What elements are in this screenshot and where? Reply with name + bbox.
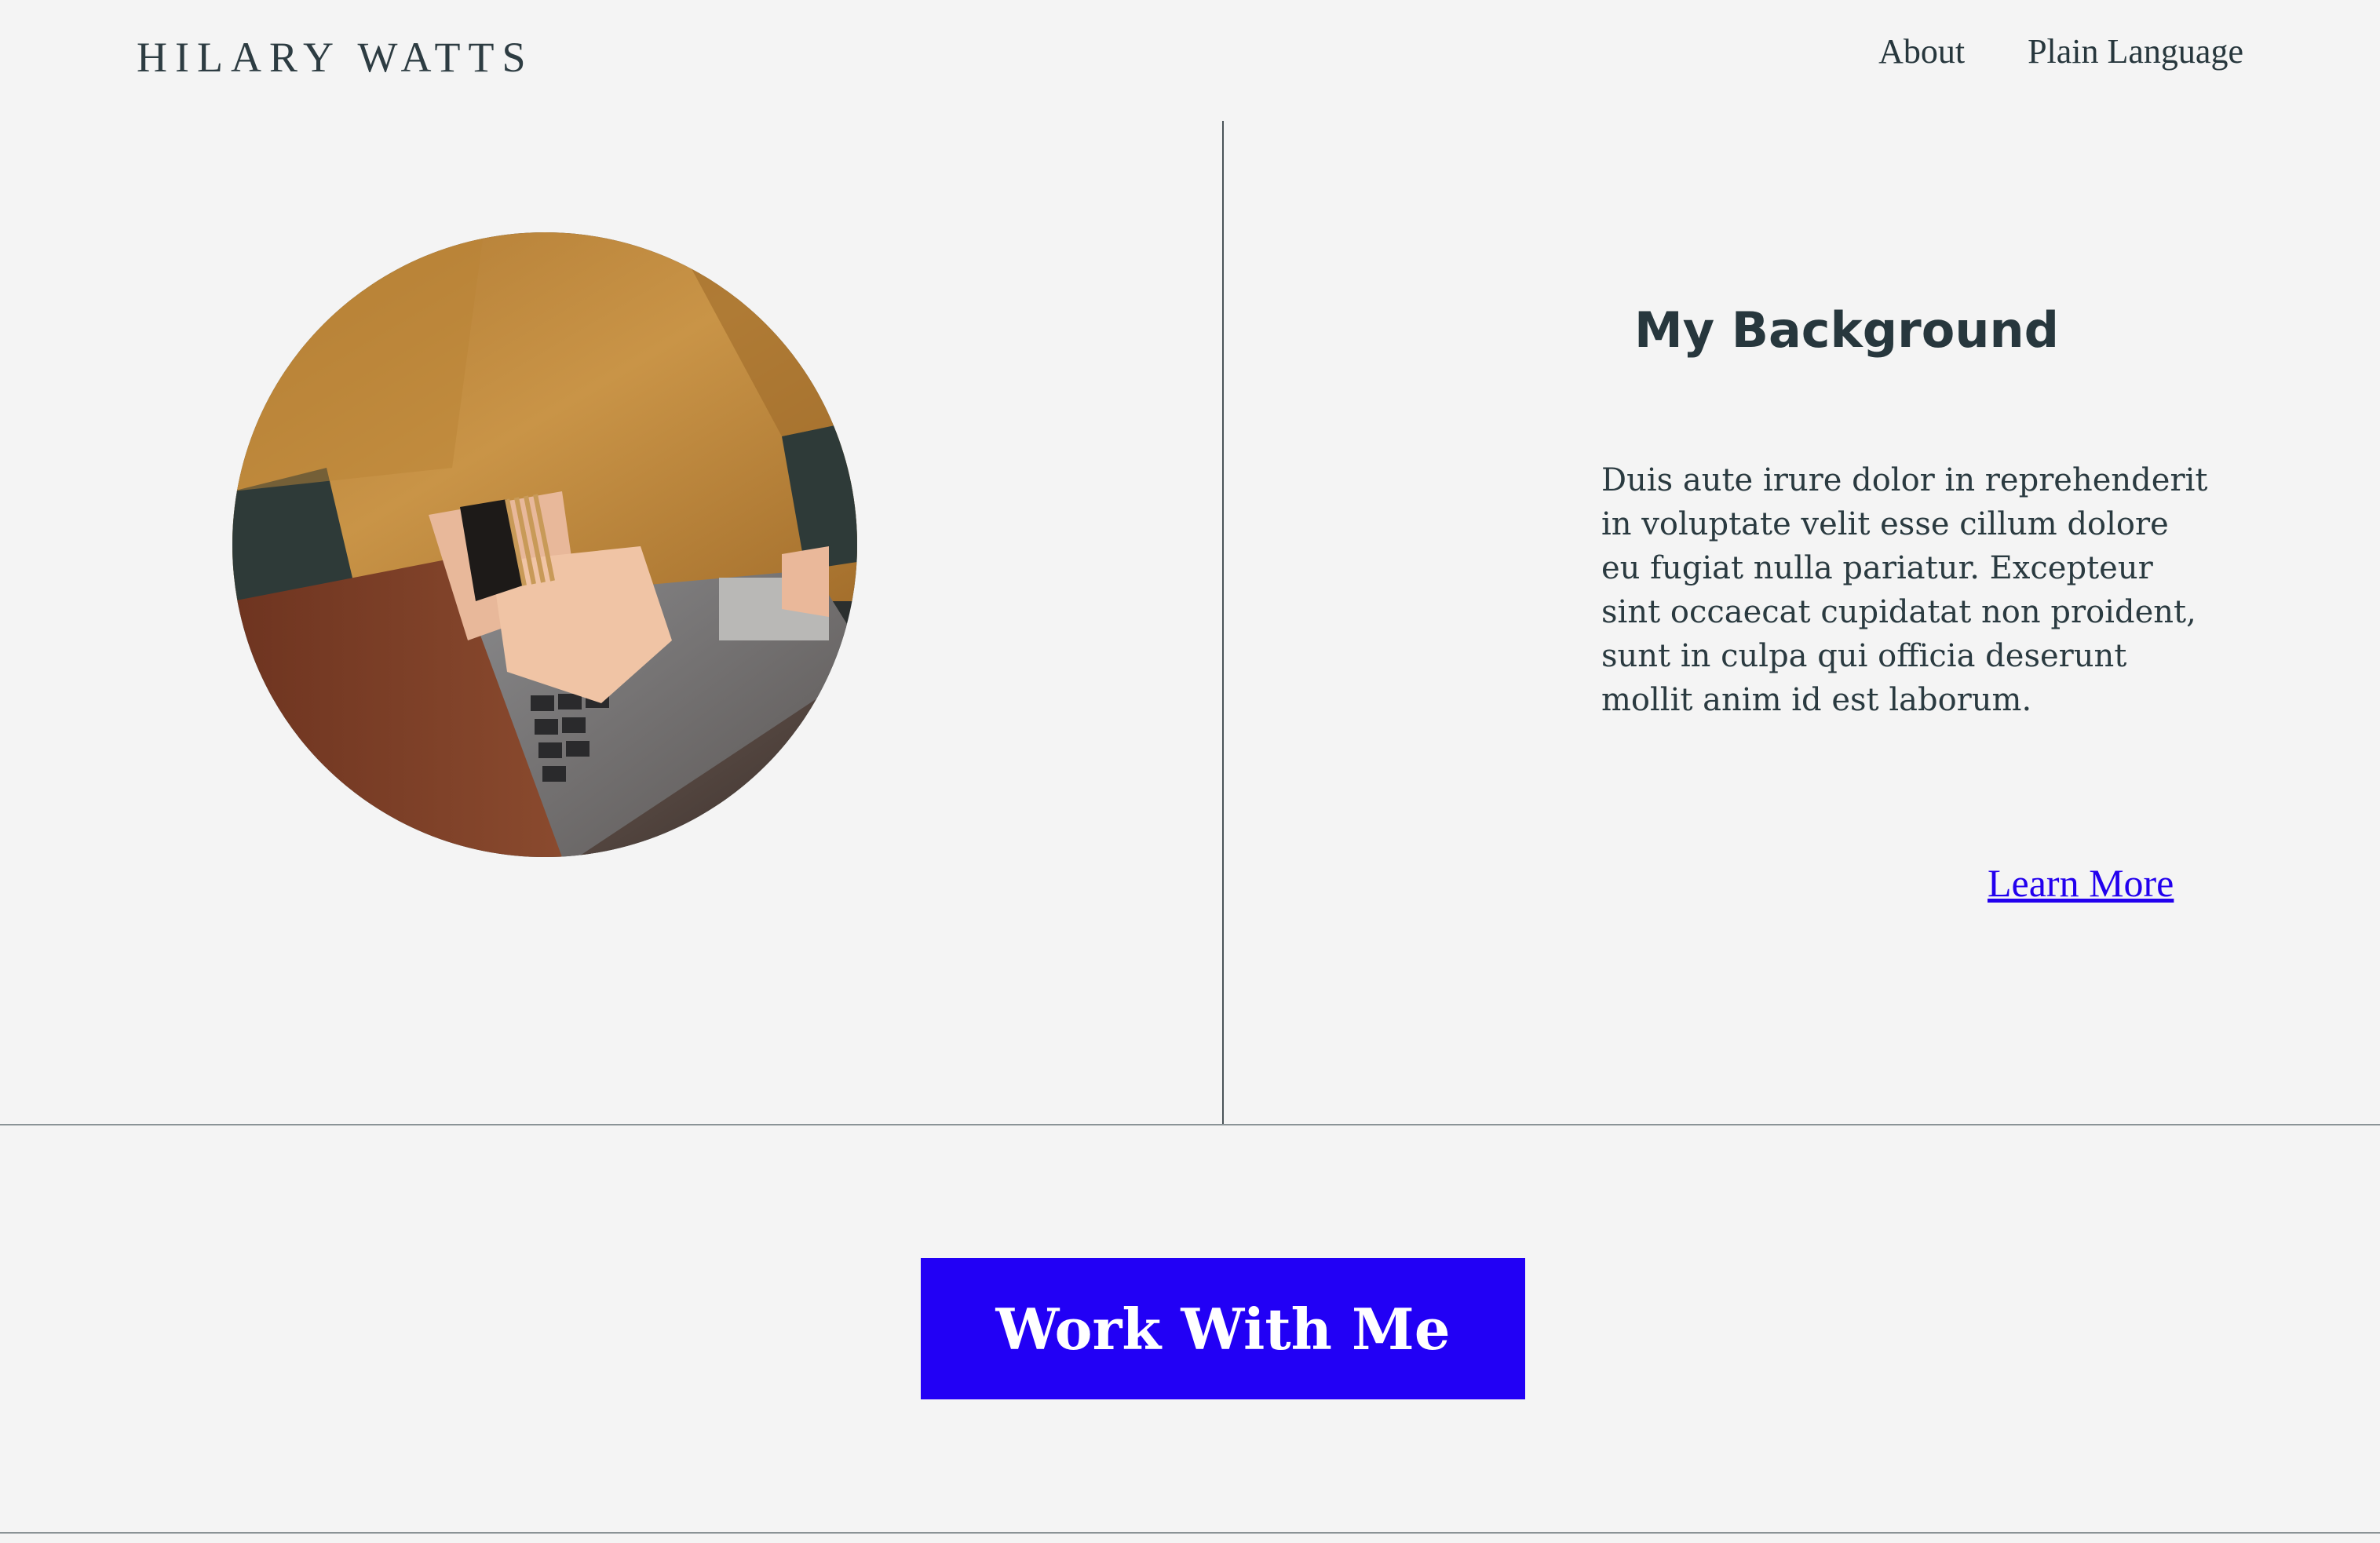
background-photo bbox=[232, 232, 857, 857]
section-title: My Background bbox=[1634, 301, 2059, 359]
footer-divider bbox=[0, 1532, 2380, 1534]
nav-link-plain-language[interactable]: Plain Language bbox=[2028, 31, 2243, 71]
nav-link-about[interactable]: About bbox=[1878, 31, 1965, 71]
site-header: HILARY WATTS About Plain Language bbox=[0, 0, 2380, 121]
work-with-me-button[interactable]: Work With Me bbox=[921, 1258, 1525, 1399]
section-body-text: Duis aute irure dolor in reprehenderit i… bbox=[1601, 462, 2208, 718]
site-logo[interactable]: HILARY WATTS bbox=[137, 33, 534, 82]
vertical-divider bbox=[1222, 121, 1224, 1125]
horizontal-divider bbox=[0, 1124, 2380, 1125]
learn-more-link[interactable]: Learn More bbox=[1988, 860, 2174, 906]
main-nav: About Plain Language bbox=[1878, 31, 2243, 71]
